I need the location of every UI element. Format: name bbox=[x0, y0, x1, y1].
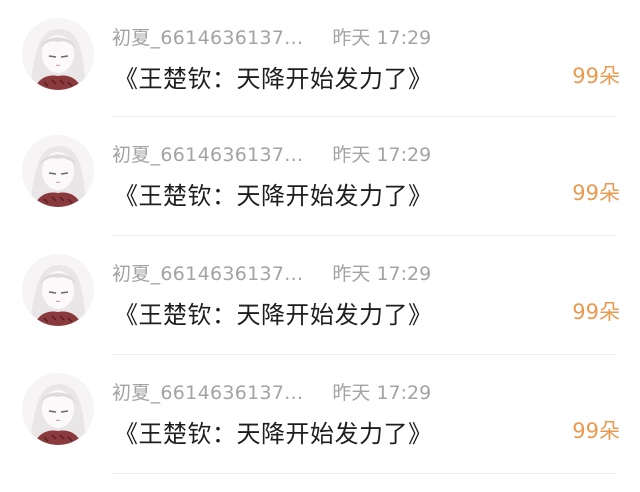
timestamp: 昨天 17:29 bbox=[332, 144, 432, 166]
comment-meta: 初夏_6614636137... 昨天 17:29 bbox=[112, 259, 431, 287]
comment-row[interactable]: 初夏_6614636137... 昨天 17:29 《王楚钦：天降开始发力了》 … bbox=[0, 236, 640, 355]
row-divider bbox=[112, 473, 616, 474]
avatar-illustration bbox=[22, 135, 94, 207]
username[interactable]: 初夏_6614636137... bbox=[112, 378, 303, 405]
avatar-illustration bbox=[22, 254, 94, 326]
comment-meta: 初夏_6614636137... 昨天 17:29 bbox=[112, 23, 431, 51]
user-avatar[interactable] bbox=[22, 373, 94, 445]
flower-count-badge: 99朵 bbox=[572, 181, 620, 205]
flower-count-badge: 99朵 bbox=[572, 419, 620, 443]
comment-row[interactable]: 初夏_6614636137... 昨天 17:29 《王楚钦：天降开始发力了》 … bbox=[0, 117, 640, 236]
avatar-illustration bbox=[22, 373, 94, 445]
timestamp: 昨天 17:29 bbox=[332, 382, 432, 404]
comment-meta: 初夏_6614636137... 昨天 17:29 bbox=[112, 378, 431, 406]
username[interactable]: 初夏_6614636137... bbox=[112, 259, 303, 286]
username[interactable]: 初夏_6614636137... bbox=[112, 140, 303, 167]
comment-text: 《王楚钦：天降开始发力了》 bbox=[114, 420, 433, 448]
avatar-illustration bbox=[22, 18, 94, 90]
flower-count-badge: 99朵 bbox=[572, 64, 620, 88]
comment-row[interactable]: 初夏_6614636137... 昨天 17:29 《王楚钦：天降开始发力了》 … bbox=[0, 355, 640, 474]
comment-row[interactable]: 初夏_6614636137... 昨天 17:29 《王楚钦：天降开始发力了》 … bbox=[0, 0, 640, 117]
user-avatar[interactable] bbox=[22, 254, 94, 326]
timestamp: 昨天 17:29 bbox=[332, 263, 432, 285]
comment-list: 初夏_6614636137... 昨天 17:29 《王楚钦：天降开始发力了》 … bbox=[0, 0, 640, 474]
comment-meta: 初夏_6614636137... 昨天 17:29 bbox=[112, 140, 431, 168]
comment-text: 《王楚钦：天降开始发力了》 bbox=[114, 182, 433, 210]
timestamp: 昨天 17:29 bbox=[332, 27, 432, 49]
comment-text: 《王楚钦：天降开始发力了》 bbox=[114, 301, 433, 329]
username[interactable]: 初夏_6614636137... bbox=[112, 23, 303, 50]
user-avatar[interactable] bbox=[22, 135, 94, 207]
flower-count-badge: 99朵 bbox=[572, 300, 620, 324]
user-avatar[interactable] bbox=[22, 18, 94, 90]
comment-text: 《王楚钦：天降开始发力了》 bbox=[114, 65, 433, 93]
